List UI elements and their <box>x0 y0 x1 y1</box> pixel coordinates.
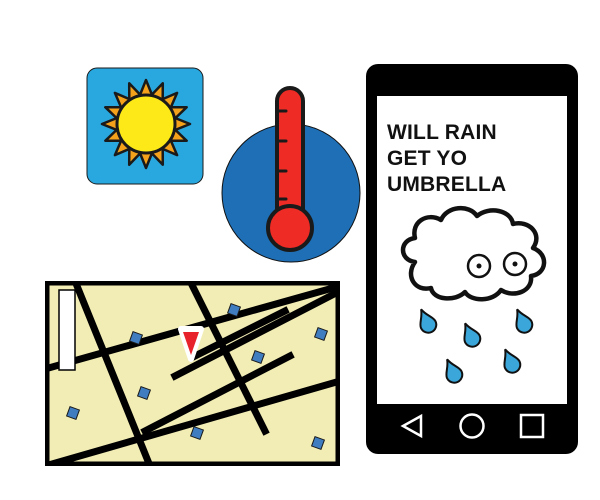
raindrop-icon <box>445 358 464 384</box>
raindrop-icon <box>463 322 482 348</box>
map-scrollbar[interactable] <box>58 289 76 371</box>
thermometer-icon <box>221 86 361 263</box>
phone-nav-bar <box>377 404 567 448</box>
sun-icon <box>86 67 204 185</box>
raindrop-icon <box>419 308 438 334</box>
alert-line-1: WILL RAIN <box>387 121 497 144</box>
rain-cloud-icon <box>400 206 547 384</box>
phone-screen: WILL RAIN GET YO UMBRELLA <box>377 96 567 404</box>
raindrops <box>419 308 534 384</box>
home-icon[interactable] <box>457 412 487 440</box>
recent-apps-icon[interactable] <box>517 412 547 440</box>
raindrop-icon <box>503 348 522 374</box>
alert-line-3: UMBRELLA <box>387 173 507 196</box>
weather-alert-text: WILL RAIN GET YO UMBRELLA <box>387 120 506 198</box>
alert-line-2: GET YO <box>387 147 468 170</box>
map-icon <box>45 281 340 466</box>
raindrop-icon <box>515 308 534 334</box>
back-icon[interactable] <box>397 412 427 440</box>
smartphone: WILL RAIN GET YO UMBRELLA <box>366 64 578 454</box>
